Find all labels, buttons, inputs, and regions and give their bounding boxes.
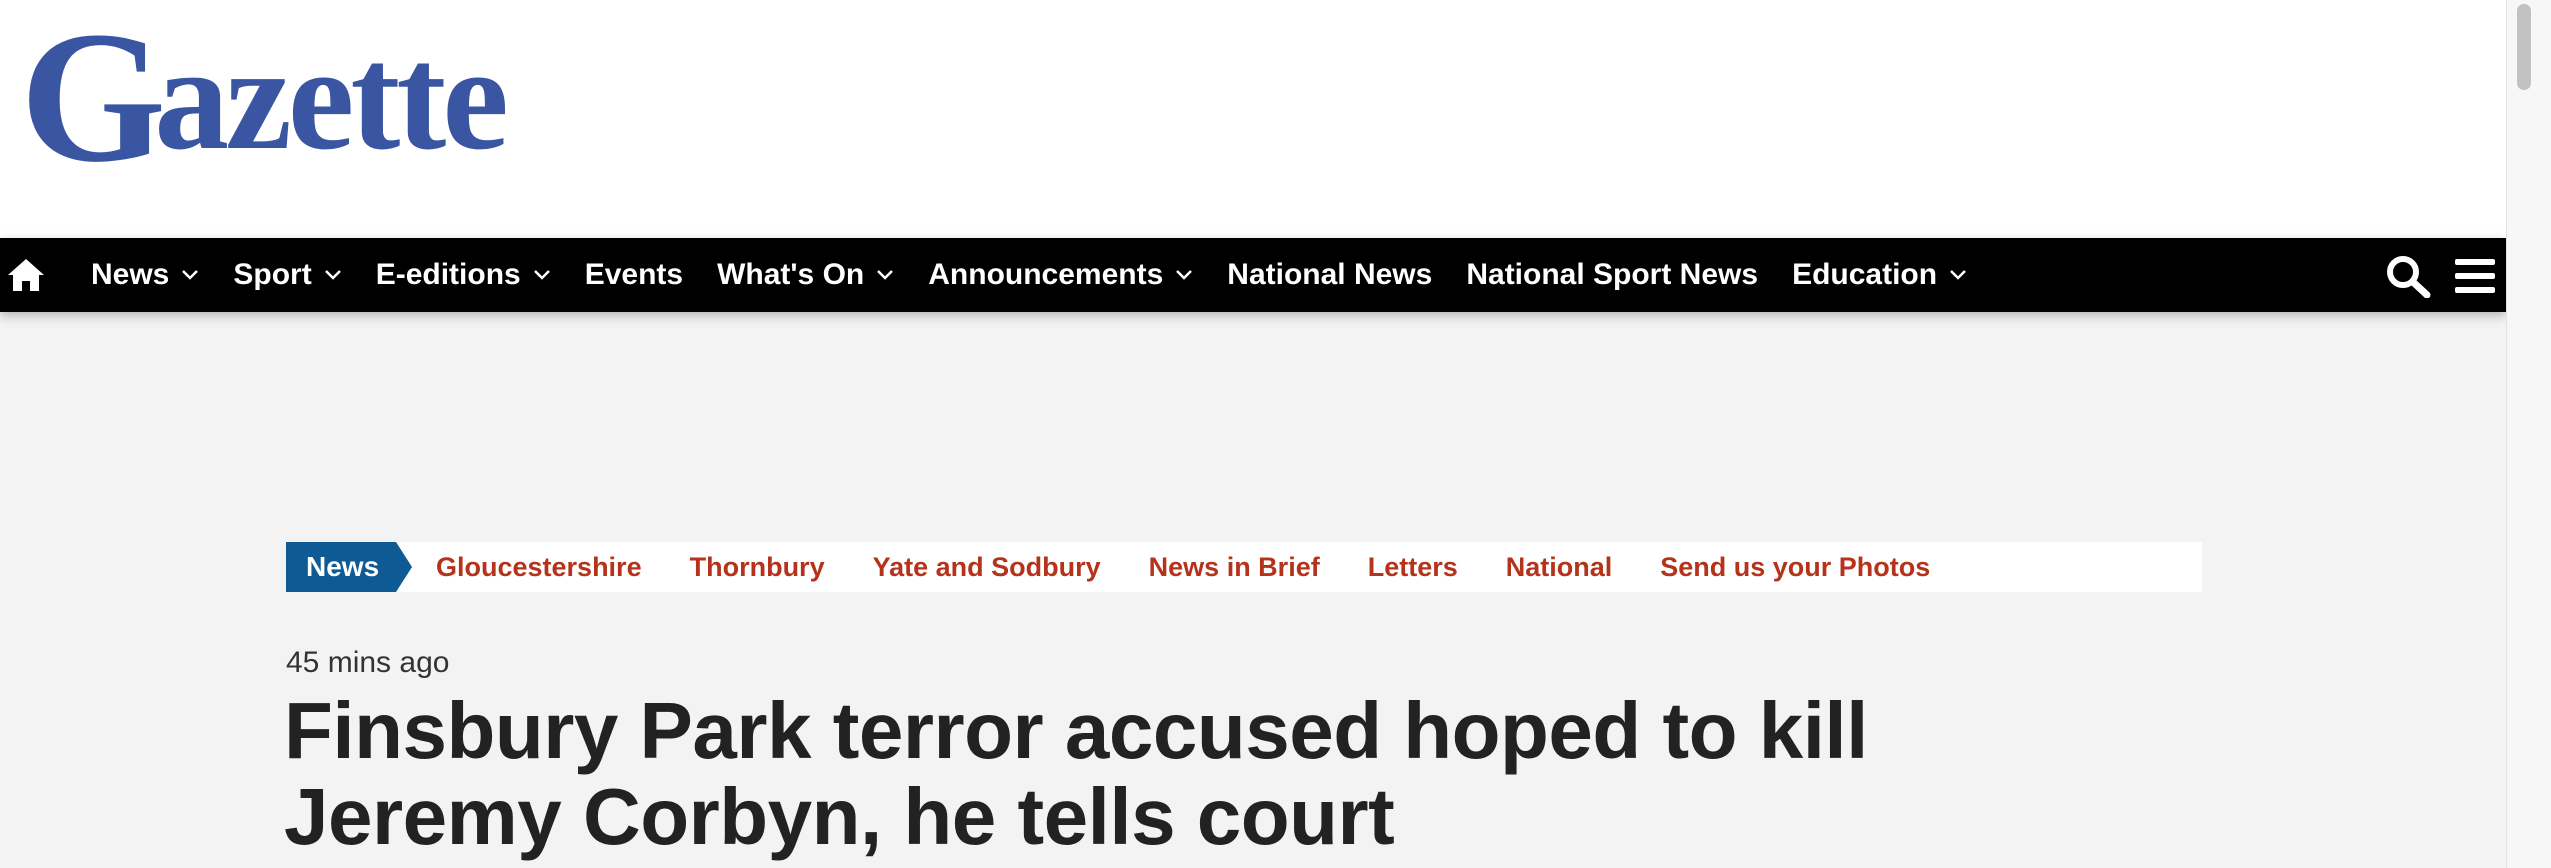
section-link-gloucestershire[interactable]: Gloucestershire [436, 552, 642, 583]
nav-item-label: National News [1227, 258, 1433, 291]
nav-item-sport[interactable]: Sport [216, 238, 358, 312]
nav-item-national-news[interactable]: National News [1210, 238, 1449, 312]
section-link-send-us-your-photos[interactable]: Send us your Photos [1660, 552, 1930, 583]
nav-item-label: Sport [233, 258, 312, 291]
nav-item-events[interactable]: Events [568, 238, 700, 312]
article-headline: Finsbury Park terror accused hoped to ki… [284, 686, 1868, 861]
section-link-news-in-brief[interactable]: News in Brief [1149, 552, 1320, 583]
nav-item-label: National Sport News [1466, 258, 1759, 291]
chevron-down-icon [877, 270, 894, 280]
nav-item-national-sport-news[interactable]: National Sport News [1449, 238, 1775, 312]
chevron-down-icon [1950, 270, 1966, 280]
main-nav-bar: News Sport E-editions Events What's On A… [0, 238, 2506, 312]
section-link-thornbury[interactable]: Thornbury [690, 552, 825, 583]
nav-menu: News Sport E-editions Events What's On A… [74, 238, 1984, 312]
nav-item-label: News [91, 258, 170, 291]
nav-item-label: Events [584, 258, 684, 291]
section-tag-news[interactable]: News [286, 542, 412, 592]
site-header: Gazette [0, 0, 2506, 238]
nav-item-news[interactable]: News [74, 238, 216, 312]
section-links: Gloucestershire Thornbury Yate and Sodbu… [436, 552, 1978, 583]
nav-item-e-editions[interactable]: E-editions [359, 238, 568, 312]
search-icon[interactable] [2384, 254, 2432, 298]
hamburger-menu-icon[interactable] [2453, 256, 2497, 296]
article-timestamp: 45 mins ago [286, 646, 450, 679]
chevron-down-icon [324, 270, 341, 280]
section-link-letters[interactable]: Letters [1368, 552, 1458, 583]
section-link-national[interactable]: National [1506, 552, 1613, 583]
chevron-down-icon [182, 270, 199, 280]
nav-item-label: Education [1792, 258, 1938, 291]
nav-item-label: Announcements [928, 258, 1164, 291]
nav-item-education[interactable]: Education [1775, 238, 1984, 312]
nav-item-whats-on[interactable]: What's On [700, 238, 911, 312]
gazette-logo[interactable]: Gazette [20, 3, 509, 191]
section-subnav: News Gloucestershire Thornbury Yate and … [286, 542, 2202, 592]
chevron-down-icon [533, 270, 550, 280]
section-link-yate-and-sodbury[interactable]: Yate and Sodbury [873, 552, 1101, 583]
scrollbar-thumb[interactable] [2517, 4, 2531, 90]
nav-item-label: What's On [717, 258, 865, 291]
chevron-down-icon [1176, 270, 1193, 280]
page-scrollbar[interactable] [2506, 0, 2551, 868]
home-icon[interactable] [6, 256, 46, 294]
nav-item-announcements[interactable]: Announcements [911, 238, 1210, 312]
nav-item-label: E-editions [375, 258, 521, 291]
